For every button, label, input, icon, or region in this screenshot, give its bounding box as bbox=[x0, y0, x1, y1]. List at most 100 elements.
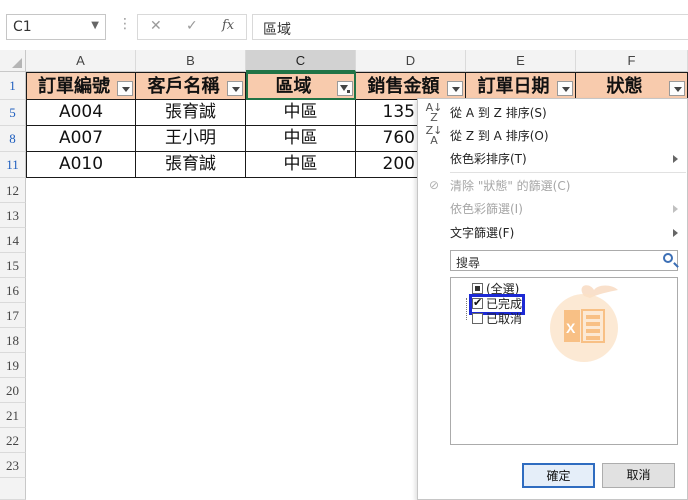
menu-item-label: 從 A 到 Z 排序(S) bbox=[450, 106, 547, 120]
column-header-d[interactable]: D bbox=[356, 50, 466, 72]
filter-option-select-all[interactable]: (全選) bbox=[472, 282, 519, 297]
select-all-checkbox[interactable] bbox=[472, 283, 483, 294]
row-header[interactable]: 8 bbox=[0, 126, 26, 152]
name-box-dropdown-icon[interactable]: ▼ bbox=[91, 20, 99, 31]
menu-item-sort-descending[interactable]: Z↓ A 從 Z 到 A 排序(O) bbox=[418, 124, 688, 148]
cell-order-id[interactable]: A007 bbox=[26, 126, 136, 152]
submenu-arrow-icon bbox=[673, 155, 678, 163]
filter-dropdown-icon[interactable] bbox=[557, 81, 573, 96]
header-cell-region[interactable]: 區域 bbox=[246, 72, 356, 100]
row-header[interactable]: 5 bbox=[0, 100, 26, 126]
column-header-b[interactable]: B bbox=[136, 50, 246, 72]
menu-item-sort-ascending[interactable]: A↓ Z 從 A 到 Z 排序(S) bbox=[418, 101, 688, 125]
filter-option-completed[interactable]: 已完成 bbox=[468, 294, 526, 315]
header-cell-date[interactable]: 訂單日期 bbox=[466, 72, 576, 100]
filter-dropdown-icon[interactable] bbox=[227, 81, 243, 96]
tree-line bbox=[466, 298, 467, 320]
header-label: 狀態 bbox=[606, 76, 643, 97]
svg-text:X: X bbox=[566, 320, 576, 336]
column-header-a[interactable]: A bbox=[26, 50, 136, 72]
menu-item-text-filters[interactable]: 文字篩選(F) bbox=[418, 221, 688, 245]
menu-item-label: 文字篩選(F) bbox=[450, 226, 515, 240]
row-header[interactable]: 17 bbox=[0, 303, 26, 328]
cancel-entry-icon[interactable]: ✕ bbox=[150, 18, 162, 34]
orange-excel-logo-icon: X bbox=[550, 285, 618, 362]
select-all-corner[interactable] bbox=[0, 50, 26, 72]
menu-item-sort-by-color[interactable]: 依色彩排序(T) bbox=[418, 147, 688, 171]
cell-customer[interactable]: 王小明 bbox=[136, 126, 246, 152]
menu-item-filter-by-color: 依色彩篩選(I) bbox=[418, 197, 688, 221]
column-header-c[interactable]: C bbox=[246, 50, 356, 72]
cell-order-id[interactable]: A004 bbox=[26, 100, 136, 126]
header-cell-order-id[interactable]: 訂單編號 bbox=[26, 72, 136, 100]
option-label: 已完成 bbox=[486, 297, 523, 311]
cell-sales[interactable]: 200 bbox=[356, 152, 417, 178]
row-header[interactable]: 22 bbox=[0, 428, 26, 453]
submenu-arrow-icon bbox=[673, 229, 678, 237]
row-header[interactable]: 11 bbox=[0, 152, 26, 178]
row-header[interactable]: 13 bbox=[0, 203, 26, 228]
sort-descending-icon: Z↓ A bbox=[425, 124, 443, 147]
name-box[interactable]: C1 ▼ bbox=[6, 14, 106, 40]
insert-function-icon[interactable]: fx bbox=[222, 18, 234, 33]
row-header[interactable]: 16 bbox=[0, 278, 26, 303]
header-label: 訂單日期 bbox=[477, 76, 550, 97]
menu-item-label: 從 Z 到 A 排序(O) bbox=[450, 129, 549, 143]
cancelled-checkbox[interactable] bbox=[472, 313, 483, 324]
cell-region[interactable]: 中區 bbox=[246, 152, 356, 178]
cell-region[interactable]: 中區 bbox=[246, 100, 356, 126]
formula-bar-grip-icon: ⋮ bbox=[118, 16, 132, 32]
menu-item-label: 依色彩篩選(I) bbox=[450, 202, 523, 216]
cell-customer[interactable]: 張育誠 bbox=[136, 152, 246, 178]
row-header[interactable]: 20 bbox=[0, 378, 26, 403]
row-header[interactable]: 12 bbox=[0, 178, 26, 203]
header-cell-sales[interactable]: 銷售金額 bbox=[356, 72, 466, 100]
filter-option-cancelled[interactable]: 已取消 bbox=[472, 312, 522, 327]
row-header[interactable]: 14 bbox=[0, 228, 26, 253]
completed-checkbox[interactable] bbox=[472, 296, 483, 310]
row-header[interactable]: 21 bbox=[0, 403, 26, 428]
name-box-value: C1 bbox=[13, 19, 32, 35]
search-icon bbox=[663, 253, 673, 263]
filter-dropdown-icon[interactable] bbox=[117, 81, 133, 96]
formula-bar: C1 ▼ ⋮ ✕ ✓ fx 區域 bbox=[0, 0, 688, 50]
filter-search-input[interactable]: 搜尋 bbox=[450, 250, 678, 271]
row-header[interactable]: 15 bbox=[0, 253, 26, 278]
menu-separator bbox=[450, 172, 686, 173]
filter-dropdown-icon[interactable] bbox=[669, 81, 685, 96]
row-header[interactable]: 23 bbox=[0, 453, 26, 478]
row-header[interactable]: 18 bbox=[0, 328, 26, 353]
search-placeholder: 搜尋 bbox=[456, 256, 481, 270]
row-header[interactable]: 19 bbox=[0, 353, 26, 378]
submenu-arrow-icon bbox=[673, 205, 678, 213]
cell-order-id[interactable]: A010 bbox=[26, 152, 136, 178]
filter-dropdown-icon[interactable] bbox=[447, 81, 463, 96]
row-header[interactable] bbox=[0, 478, 26, 500]
clear-filter-icon: ⊘ bbox=[428, 178, 440, 192]
formula-input[interactable]: 區域 bbox=[252, 14, 688, 40]
header-label: 區域 bbox=[275, 76, 312, 97]
filter-applied-icon[interactable] bbox=[337, 81, 353, 96]
menu-item-label: 依色彩排序(T) bbox=[450, 152, 527, 166]
header-cell-status[interactable]: 狀態 bbox=[576, 72, 688, 100]
formula-buttons: ✕ ✓ fx bbox=[137, 14, 247, 40]
column-header-f[interactable]: F bbox=[576, 50, 688, 72]
header-label: 銷售金額 bbox=[367, 76, 440, 97]
sort-ascending-icon: A↓ Z bbox=[425, 101, 443, 124]
option-label: 已取消 bbox=[486, 312, 523, 326]
cancel-button[interactable]: 取消 bbox=[602, 463, 675, 488]
header-label: 訂單編號 bbox=[38, 76, 110, 97]
row-header[interactable]: 1 bbox=[0, 72, 26, 100]
ok-button[interactable]: 確定 bbox=[522, 463, 595, 488]
menu-item-label: 清除 "狀態" 的篩選(C) bbox=[450, 179, 571, 193]
menu-item-clear-filter: ⊘ 清除 "狀態" 的篩選(C) bbox=[418, 174, 688, 198]
header-label: 客戶名稱 bbox=[147, 76, 220, 97]
option-label: (全選) bbox=[486, 282, 520, 296]
header-cell-customer[interactable]: 客戶名稱 bbox=[136, 72, 246, 100]
cell-customer[interactable]: 張育誠 bbox=[136, 100, 246, 126]
column-header-e[interactable]: E bbox=[466, 50, 576, 72]
cell-region[interactable]: 中區 bbox=[246, 126, 356, 152]
cell-sales[interactable]: 760 bbox=[356, 126, 417, 152]
cell-sales[interactable]: 135 bbox=[356, 100, 417, 126]
confirm-entry-icon[interactable]: ✓ bbox=[186, 18, 198, 34]
